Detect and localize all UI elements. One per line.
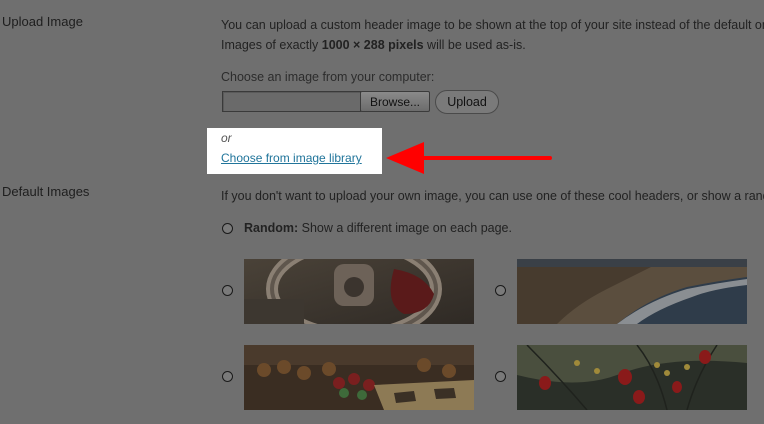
red-arrow-annotation xyxy=(386,142,552,174)
chessboard-image xyxy=(244,345,474,410)
default-images-description: If you don't want to upload your own ima… xyxy=(221,189,764,203)
default-images-label: Default Images xyxy=(2,184,90,199)
choose-file-label: Choose an image from your computer: xyxy=(221,70,435,84)
header-thumb-chessboard[interactable] xyxy=(244,345,474,410)
random-radio[interactable] xyxy=(222,223,233,234)
or-text: or xyxy=(221,131,232,145)
header-thumb-lanterns[interactable] xyxy=(517,345,747,410)
file-path-input[interactable] xyxy=(222,91,361,112)
lanterns-image xyxy=(517,345,747,410)
upload-description-line2: Images of exactly 1000 × 288 pixels will… xyxy=(221,38,526,52)
upload-button[interactable]: Upload xyxy=(435,90,499,114)
wheel-image xyxy=(244,259,474,324)
random-text: Show a different image on each page. xyxy=(298,221,512,235)
header-thumb-shore[interactable] xyxy=(517,259,747,324)
upload-description-line1: You can upload a custom header image to … xyxy=(221,18,764,32)
upload-desc-dimensions: 1000 × 288 pixels xyxy=(321,38,424,52)
upload-desc-suffix: will be used as-is. xyxy=(423,38,526,52)
random-bold: Random: xyxy=(244,221,299,235)
header-thumb-wheel[interactable] xyxy=(244,259,474,324)
header-radio-lanterns[interactable] xyxy=(495,371,506,382)
upload-desc-prefix: Images of exactly xyxy=(221,38,322,52)
header-radio-shore[interactable] xyxy=(495,285,506,296)
browse-button[interactable]: Browse... xyxy=(360,91,430,112)
random-option-label: Random: Show a different image on each p… xyxy=(244,221,512,235)
header-radio-chessboard[interactable] xyxy=(222,371,233,382)
shore-image xyxy=(517,259,747,324)
upload-image-label: Upload Image xyxy=(2,14,83,29)
header-radio-wheel[interactable] xyxy=(222,285,233,296)
choose-from-library-link[interactable]: Choose from image library xyxy=(221,151,362,165)
